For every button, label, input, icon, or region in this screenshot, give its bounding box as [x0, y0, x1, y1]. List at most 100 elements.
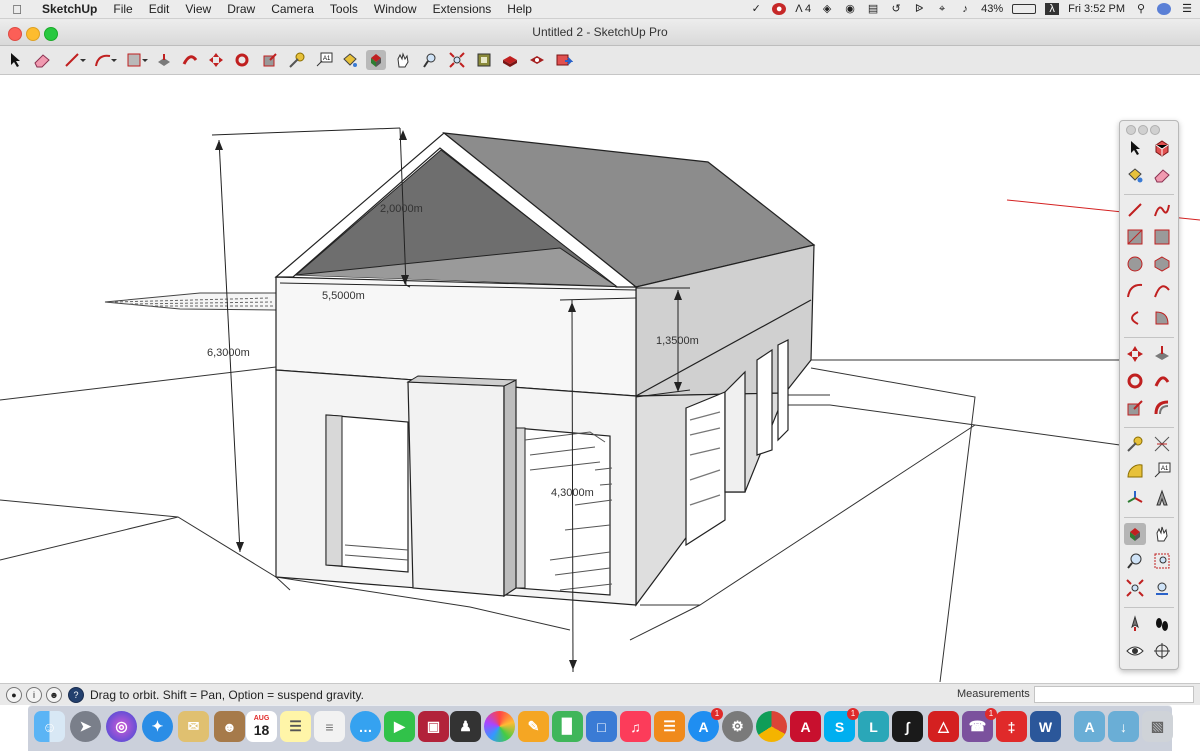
checkmark-status-icon[interactable]: ✓: [749, 3, 763, 15]
follow-me-icon[interactable]: [180, 50, 200, 70]
trash-icon[interactable]: ▧: [1142, 711, 1173, 742]
orbit-icon[interactable]: [366, 50, 386, 70]
arc-dropdown-icon[interactable]: [110, 50, 118, 70]
paint-bucket-icon[interactable]: [340, 50, 360, 70]
palette-circle-icon[interactable]: [1124, 253, 1146, 275]
finder-icon[interactable]: ☺: [34, 711, 65, 742]
messages-icon[interactable]: …: [350, 711, 381, 742]
zoom-extents-icon[interactable]: [447, 50, 467, 70]
menu-camera[interactable]: Camera: [263, 2, 322, 16]
menu-window[interactable]: Window: [366, 2, 425, 16]
notification-center-icon[interactable]: ☰: [1180, 3, 1194, 15]
mail-icon[interactable]: ✉: [178, 711, 209, 742]
palette-freehand-icon[interactable]: [1151, 199, 1173, 221]
palette-position-camera-icon[interactable]: [1124, 613, 1146, 635]
spotlight-search-icon[interactable]: ⚲: [1134, 3, 1148, 15]
battery-percent[interactable]: 43%: [981, 3, 1003, 15]
palette-component-icon[interactable]: [1151, 137, 1173, 159]
palette-rectangle-icon[interactable]: [1124, 226, 1146, 248]
palette-move-icon[interactable]: [1124, 343, 1146, 365]
palette-offset-icon[interactable]: [1151, 397, 1173, 419]
reminders-icon[interactable]: ≡: [314, 711, 345, 742]
palette-follow-me-icon[interactable]: [1151, 370, 1173, 392]
palette-pie-icon[interactable]: [1151, 307, 1173, 329]
wifi-icon[interactable]: ⌖: [935, 3, 949, 15]
chrome-icon[interactable]: [756, 711, 787, 742]
palette-text-icon[interactable]: A1: [1151, 460, 1173, 482]
battery-icon[interactable]: [1012, 4, 1037, 14]
palette-3-point-arc-icon[interactable]: [1124, 307, 1146, 329]
extension-warehouse-icon[interactable]: [500, 50, 520, 70]
menu-help[interactable]: Help: [499, 2, 540, 16]
move-icon[interactable]: [206, 50, 226, 70]
applications-folder-icon[interactable]: A: [1074, 711, 1105, 742]
geo-location-icon[interactable]: ●: [6, 687, 22, 703]
ibooks-icon[interactable]: ☰: [654, 711, 685, 742]
contacts-icon[interactable]: ☻: [214, 711, 245, 742]
palette-rotate-icon[interactable]: [1124, 370, 1146, 392]
palette-scale-icon[interactable]: [1124, 397, 1146, 419]
user-account-icon[interactable]: ☻: [46, 687, 62, 703]
siri-icon[interactable]: ◎: [106, 711, 137, 742]
instructor-help-icon[interactable]: ?: [68, 687, 84, 703]
palette-minimize-icon[interactable]: [1138, 125, 1148, 135]
palette-line-icon[interactable]: [1124, 199, 1146, 221]
palette-rotated-rectangle-icon[interactable]: [1151, 226, 1173, 248]
palette-previous-view-icon[interactable]: [1151, 577, 1173, 599]
menu-edit[interactable]: Edit: [141, 2, 178, 16]
siri-icon[interactable]: [1157, 3, 1171, 15]
palette-zoom-icon[interactable]: [1150, 125, 1160, 135]
bluetooth-icon[interactable]: ᐉ: [912, 3, 926, 15]
palette-tape-measure-icon[interactable]: [1124, 433, 1146, 455]
viber-icon[interactable]: ☎ 1: [962, 708, 997, 742]
3d-warehouse-icon[interactable]: [474, 50, 494, 70]
script-editor-icon[interactable]: ∫: [892, 711, 923, 742]
app-store-icon[interactable]: A1: [688, 708, 723, 742]
autocad-icon[interactable]: A: [790, 711, 821, 742]
l-app-icon[interactable]: L: [858, 711, 889, 742]
skype-icon[interactable]: S1: [824, 708, 859, 742]
palette-3d-text-icon[interactable]: [1151, 487, 1173, 509]
volume-icon[interactable]: ♪: [958, 3, 972, 15]
text-icon[interactable]: A1: [314, 50, 334, 70]
palette-dimension-icon[interactable]: [1151, 433, 1173, 455]
credits-icon[interactable]: i: [26, 687, 42, 703]
palette-polygon-icon[interactable]: [1151, 253, 1173, 275]
photos-icon[interactable]: [484, 711, 515, 742]
menu-app-sketchup[interactable]: SketchUp: [34, 2, 105, 16]
push-pull-icon[interactable]: [154, 50, 174, 70]
pages-icon[interactable]: ✎: [518, 711, 549, 742]
palette-pan-icon[interactable]: [1151, 523, 1173, 545]
adobe-status-icon[interactable]: Λ 4: [795, 3, 811, 15]
eye-status-icon[interactable]: ◉: [843, 3, 857, 15]
line-dropdown-icon[interactable]: [79, 50, 87, 70]
pan-icon[interactable]: [393, 50, 413, 70]
palette-arc-icon[interactable]: [1124, 280, 1146, 302]
model-scene[interactable]: 2,0000m 5,5000m 6,3000m 1,3500m 4,3000m: [0, 75, 1200, 682]
word-icon[interactable]: W: [1030, 711, 1061, 742]
send-to-layout-icon[interactable]: [554, 50, 574, 70]
sketchup-dock-icon[interactable]: △: [928, 711, 959, 742]
rotate-icon[interactable]: [232, 50, 252, 70]
palette-2-point-arc-icon[interactable]: [1151, 280, 1173, 302]
palette-section-plane-icon[interactable]: [1151, 640, 1173, 662]
eraser-icon[interactable]: [32, 50, 52, 70]
launchpad-icon[interactable]: ➤: [70, 711, 101, 742]
measurements-input[interactable]: [1034, 686, 1194, 703]
palette-walk-icon[interactable]: [1151, 613, 1173, 635]
acrobat-icon[interactable]: ‡: [996, 711, 1027, 742]
menu-file[interactable]: File: [105, 2, 140, 16]
rectangle-dropdown-icon[interactable]: [141, 50, 149, 70]
tape-measure-icon[interactable]: [287, 50, 307, 70]
model-viewport[interactable]: 2,0000m 5,5000m 6,3000m 1,3500m 4,3000m: [0, 75, 1200, 682]
extension-manager-icon[interactable]: [527, 50, 547, 70]
scale-icon[interactable]: [260, 50, 280, 70]
facetime-icon[interactable]: ▶: [384, 711, 415, 742]
palette-select-icon[interactable]: [1124, 137, 1146, 159]
notes-icon[interactable]: ☰: [280, 711, 311, 742]
palette-push-pull-icon[interactable]: [1151, 343, 1173, 365]
dropbox-status-icon[interactable]: ◈: [820, 3, 834, 15]
palette-look-around-icon[interactable]: [1124, 640, 1146, 662]
palette-zoom-extents-icon[interactable]: [1124, 577, 1146, 599]
menu-extensions[interactable]: Extensions: [425, 2, 500, 16]
